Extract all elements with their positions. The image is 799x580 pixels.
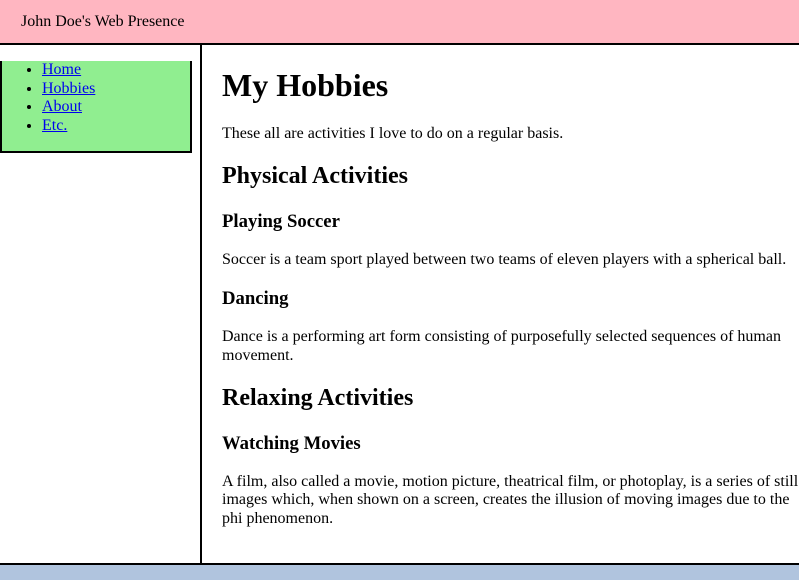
nav-link-hobbies[interactable]: Hobbies	[42, 80, 95, 97]
nav-item-home: Home	[42, 61, 190, 79]
page-header: John Doe's Web Presence	[0, 0, 799, 45]
section-heading-physical-activities: Physical Activities	[222, 163, 799, 191]
nav-link-etc[interactable]: Etc.	[42, 117, 67, 134]
subsection-heading-dancing: Dancing	[222, 288, 799, 310]
subsection-heading-playing-soccer: Playing Soccer	[222, 211, 799, 233]
sidebar-column: Home Hobbies About Etc.	[0, 45, 200, 563]
content-area: Home Hobbies About Etc. My Hobbies These…	[0, 45, 799, 563]
section-heading-relaxing-activities: Relaxing Activities	[222, 385, 799, 413]
sidebar-nav: Home Hobbies About Etc.	[0, 61, 192, 153]
paragraph-playing-soccer: Soccer is a team sport played between tw…	[222, 251, 799, 269]
page-footer	[0, 563, 799, 580]
paragraph-dancing: Dance is a performing art form consistin…	[222, 328, 799, 365]
page-title: My Hobbies	[222, 67, 799, 104]
paragraph-watching-movies: A film, also called a movie, motion pict…	[222, 473, 799, 528]
intro-paragraph: These all are activities I love to do on…	[222, 125, 799, 143]
nav-link-home[interactable]: Home	[42, 61, 81, 78]
main-content: My Hobbies These all are activities I lo…	[200, 45, 799, 563]
site-title: John Doe's Web Presence	[21, 13, 184, 30]
subsection-heading-watching-movies: Watching Movies	[222, 433, 799, 455]
nav-link-about[interactable]: About	[42, 98, 82, 115]
nav-list: Home Hobbies About Etc.	[2, 61, 190, 135]
nav-item-hobbies: Hobbies	[42, 80, 190, 98]
nav-item-about: About	[42, 98, 190, 116]
nav-item-etc: Etc.	[42, 117, 190, 135]
